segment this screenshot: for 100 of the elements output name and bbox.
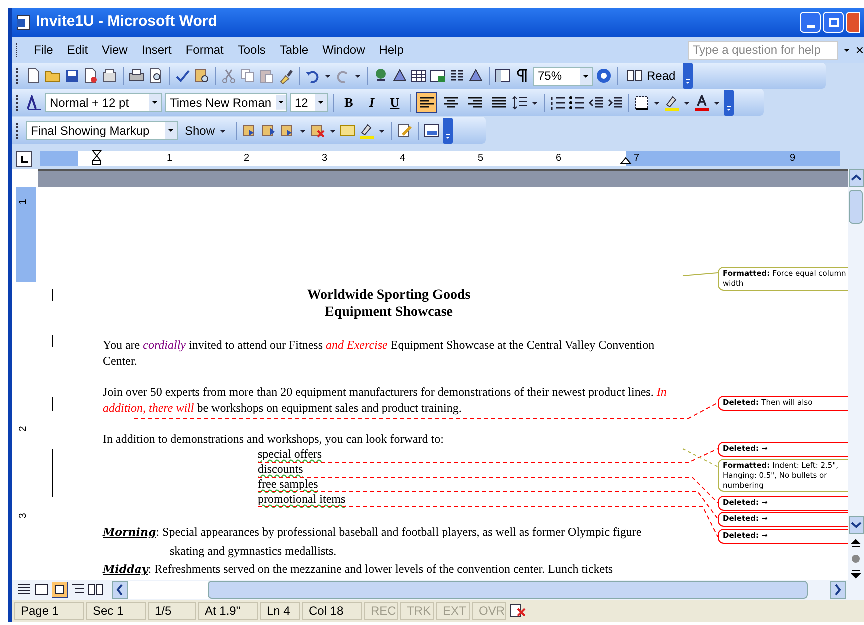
menu-item[interactable]: Insert — [134, 41, 179, 59]
help-field[interactable]: Type a question for help — [688, 40, 838, 60]
style-icon[interactable] — [26, 94, 42, 110]
style-box[interactable]: Normal + 12 pt — [45, 93, 162, 112]
leader-line — [682, 272, 718, 276]
display-mode-box[interactable]: Final Showing Markup — [26, 121, 178, 140]
ruler-number: 5 — [478, 152, 484, 166]
horizontal-ruler[interactable]: 1 2 3 4 5 6 7 9 — [40, 151, 840, 166]
ruler-number: 3 — [18, 513, 29, 519]
permission-icon[interactable] — [83, 68, 99, 84]
heading: Equipment Showcase — [324, 304, 454, 321]
scroll-down-button[interactable] — [848, 516, 864, 534]
paragraph: You are cordially invited to attend our Fitness and Exercise Equipment Showcase at the Central Valley Convention Center. — [103, 337, 656, 369]
status-field: At 1.9" — [198, 602, 258, 620]
columns-icon[interactable] — [449, 68, 465, 84]
decrease-indent-icon[interactable] — [588, 94, 604, 110]
next-page-icon[interactable] — [851, 568, 861, 580]
font-size-box[interactable]: 12 — [290, 93, 328, 112]
read-button[interactable]: Read — [623, 67, 680, 85]
spelling-status-icon[interactable] — [508, 603, 528, 619]
ruler-number: 6 — [556, 152, 562, 166]
spelling-icon[interactable] — [175, 68, 191, 84]
previous-page-icon[interactable] — [851, 538, 861, 550]
close-document-button[interactable]: × — [856, 40, 864, 60]
save-icon[interactable] — [64, 68, 80, 84]
schedule-paragraph: Morning: Special appearances by professional baseball and football players, as well as former Olympic figure skating and gymnastics medallists. — [103, 524, 643, 560]
right-indent-marker-icon[interactable] — [620, 155, 632, 165]
zoom-box[interactable]: 75% — [533, 66, 593, 86]
border-icon[interactable] — [634, 94, 650, 110]
next-change-icon[interactable] — [261, 122, 278, 138]
line-spacing-icon[interactable] — [512, 94, 528, 110]
toolbar-options-icon[interactable] — [682, 63, 693, 89]
email-icon[interactable] — [102, 68, 118, 84]
spreadsheet-icon[interactable] — [430, 68, 446, 84]
cut-icon[interactable] — [221, 68, 237, 84]
highlight-icon[interactable] — [664, 94, 680, 110]
bold-button[interactable]: B — [339, 92, 359, 112]
horizontal-scroll-thumb[interactable] — [208, 581, 808, 599]
paragraph: In addition to demonstrations and workshops, you can look forward to: — [103, 431, 445, 447]
ruler-number: 3 — [322, 152, 328, 166]
reading-layout-icon[interactable] — [88, 582, 104, 598]
menu-item[interactable]: Window — [316, 41, 372, 59]
brush-icon[interactable] — [278, 68, 294, 84]
copy-icon[interactable] — [240, 68, 256, 84]
paragraph: Join over 50 experts from more than 20 equipment manufacturers for demonstrations of their newest product lines. In addition, there will be workshops on equipment sales and product training. — [103, 384, 668, 416]
browse-object-icon[interactable] — [851, 554, 861, 564]
web-layout-icon[interactable] — [34, 582, 50, 598]
drawing-icon[interactable] — [392, 68, 408, 84]
status-field: REC — [364, 602, 398, 620]
indent-marker-icon[interactable] — [92, 150, 102, 166]
list-item: promotional items — [258, 492, 346, 506]
menu-item[interactable]: Format — [178, 41, 231, 59]
list-item: discounts — [258, 462, 304, 476]
table-icon[interactable] — [411, 68, 427, 84]
menu-item[interactable]: View — [95, 41, 135, 59]
minimize-button[interactable] — [800, 12, 821, 33]
font-color-icon[interactable] — [694, 94, 710, 110]
scroll-thumb[interactable] — [849, 190, 863, 224]
restore-button[interactable] — [823, 12, 844, 33]
dropdown-arrow-icon[interactable] — [354, 72, 362, 80]
tab-stop-selector[interactable] — [16, 150, 32, 166]
close-button[interactable] — [846, 12, 860, 33]
numbered-list-icon[interactable] — [550, 94, 566, 110]
vertical-ruler[interactable]: 1 2 3 — [12, 169, 38, 580]
print-preview-icon[interactable] — [148, 68, 164, 84]
menu-item[interactable]: Table — [272, 41, 316, 59]
italic-button[interactable]: I — [362, 92, 382, 112]
document-map-icon[interactable] — [495, 68, 511, 84]
document-icon — [16, 14, 32, 30]
underline-button[interactable]: U — [385, 92, 405, 112]
toolbar-options-icon[interactable] — [443, 118, 454, 144]
menu-item[interactable]: Help — [372, 41, 411, 59]
print-icon[interactable] — [129, 68, 145, 84]
drawing-icon[interactable] — [468, 68, 484, 84]
book-icon[interactable] — [627, 68, 643, 84]
print-layout-icon[interactable] — [52, 582, 68, 598]
menu-item[interactable]: File — [27, 41, 60, 59]
font-box[interactable]: Times New Roman — [165, 93, 287, 112]
scroll-right-button[interactable] — [830, 581, 846, 599]
list-item: special offers — [258, 447, 322, 461]
research-icon[interactable] — [194, 68, 210, 84]
help-icon[interactable] — [596, 68, 612, 84]
highlight-icon[interactable] — [359, 122, 376, 138]
track-changes-icon[interactable] — [397, 122, 414, 138]
ruler-number: 1 — [18, 199, 29, 205]
show-button[interactable]: Show — [181, 122, 232, 140]
reject-change-icon[interactable] — [310, 122, 326, 138]
menu-item[interactable]: Tools — [230, 41, 273, 59]
new-document-icon[interactable] — [26, 68, 42, 84]
status-field: Ln 4 — [260, 602, 300, 620]
menu-item[interactable]: Edit — [60, 41, 96, 59]
toolbar-options-icon[interactable] — [724, 90, 734, 116]
dropdown-arrow-icon[interactable] — [324, 72, 332, 80]
status-field: Sec 1 — [86, 602, 146, 620]
scroll-left-button[interactable] — [112, 581, 128, 599]
bulleted-list-icon[interactable] — [569, 94, 585, 110]
schedule-paragraph: Midday: Refreshments served on the mezzanine and lower levels of the convention center. Lunch tickets — [103, 561, 614, 578]
increase-indent-icon[interactable] — [607, 94, 623, 110]
reviewing-pane-icon[interactable] — [424, 122, 440, 138]
scroll-up-button[interactable] — [848, 169, 864, 187]
